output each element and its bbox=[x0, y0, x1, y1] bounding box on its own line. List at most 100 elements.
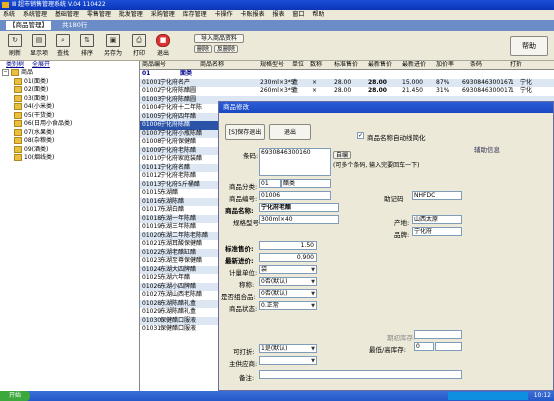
sort-button[interactable]: ⇅ 排序 bbox=[76, 34, 98, 58]
tree-item[interactable]: 08(杂粮类) bbox=[0, 137, 139, 146]
cell-name: 东湖老醋缸醋 bbox=[160, 248, 197, 256]
menu-item-card-report[interactable]: 卡账报表 bbox=[241, 11, 265, 18]
folder-icon bbox=[14, 77, 22, 85]
document-tab[interactable]: 【商品管理】 bbox=[6, 21, 51, 30]
tree-item[interactable]: 05(干货类) bbox=[0, 111, 139, 121]
menu-item-system-manage[interactable]: 系统管理 bbox=[23, 11, 47, 18]
cell-spec: 230ml×3*5 bbox=[260, 78, 295, 86]
col-new-price[interactable]: 最新售价 bbox=[368, 61, 392, 69]
tab-expand-all[interactable]: 全展开 bbox=[32, 61, 50, 68]
col-weigh[interactable]: 数称 bbox=[310, 61, 322, 69]
delete-button[interactable]: 删除 bbox=[194, 45, 212, 53]
new-cost-field[interactable]: 0.900 bbox=[259, 253, 317, 262]
tree-root[interactable]: − 商品 bbox=[0, 69, 139, 78]
save-as-button[interactable]: ▣ 另存为 bbox=[100, 34, 126, 58]
tree-item[interactable]: 10(烟线类) bbox=[0, 154, 139, 163]
col-std-price[interactable]: 标准售价 bbox=[334, 61, 358, 69]
cell-rate: 31% bbox=[436, 87, 450, 94]
cell-code: 01026 bbox=[142, 282, 162, 290]
barcode-label: 条码: bbox=[243, 152, 259, 160]
barcode-field[interactable]: 6930846300160 bbox=[259, 148, 331, 176]
columns-button[interactable]: ▤ 显示项 bbox=[28, 34, 50, 58]
cell-name: 宁化府陈醋圆 bbox=[160, 95, 197, 103]
code-field[interactable]: 01006 bbox=[259, 191, 331, 200]
cell-name: 宁化府保健醋 bbox=[160, 138, 197, 145]
supplier-select[interactable] bbox=[259, 356, 317, 365]
cell-name: 东湖陈醋 bbox=[160, 197, 185, 205]
printable-select[interactable]: 1是(默认) bbox=[259, 344, 317, 353]
tree-item[interactable]: 06(日用小食品类) bbox=[0, 120, 139, 129]
cell-code: 01006 bbox=[142, 121, 162, 128]
menu-item-wholesale[interactable]: 批发管理 bbox=[119, 11, 143, 18]
col-discount[interactable]: 打折 bbox=[510, 61, 522, 69]
cell-name: 宁化府5斤桶醋 bbox=[160, 180, 200, 188]
cell-new: 28.00 bbox=[368, 87, 387, 94]
combo-select[interactable]: 0否(默认) bbox=[259, 289, 317, 298]
menu-item-report[interactable]: 报表 bbox=[272, 11, 284, 18]
print-button[interactable]: ⎙ 打印 bbox=[128, 34, 150, 58]
collapse-icon[interactable]: − bbox=[2, 69, 9, 76]
tab-category-tree[interactable]: 类别树 bbox=[6, 61, 24, 68]
find-button[interactable]: ⌕ 查找 bbox=[52, 34, 74, 58]
folder-icon bbox=[14, 120, 22, 127]
tree-item[interactable]: 07(水果类) bbox=[0, 128, 139, 138]
menu-item-base[interactable]: 基础管理 bbox=[55, 11, 79, 18]
exit-button[interactable]: ■ 退出 bbox=[152, 34, 174, 58]
category-code-field[interactable]: 01 bbox=[259, 179, 281, 188]
max-stock-field[interactable] bbox=[435, 342, 462, 351]
tree-item[interactable]: 09(酒类) bbox=[0, 145, 139, 155]
save-exit-button[interactable]: [S]保存退出 bbox=[225, 124, 265, 140]
status-select[interactable]: 0.正常 bbox=[259, 301, 317, 310]
reverse-delete-button[interactable]: 反删除 bbox=[214, 45, 238, 53]
grid-header: 商品编号 商品名称 规格型号 单位 数称 标准售价 最新售价 最新进价 加价率 … bbox=[140, 61, 554, 70]
auto-abbrev-checkbox[interactable]: ✓ bbox=[357, 132, 364, 139]
col-spec[interactable]: 规格型号 bbox=[260, 61, 284, 69]
menu-item-system[interactable]: 系统 bbox=[3, 11, 15, 18]
cell-code: 01020 bbox=[142, 231, 162, 239]
name-field[interactable]: 宁化府老醋 bbox=[259, 203, 339, 212]
cell-code: 01017 bbox=[142, 206, 162, 213]
table-row[interactable]: 01001 宁化府名产 230ml×3*5 盒 × 28.00 28.00 15.000 87%… bbox=[140, 78, 554, 87]
menu-item-retail[interactable]: 零售管理 bbox=[87, 11, 111, 18]
mnemonic-field[interactable]: NHFDC bbox=[412, 191, 462, 200]
help-button[interactable]: 帮助 bbox=[510, 36, 548, 56]
period-stock-field[interactable] bbox=[414, 330, 462, 339]
cell-name: 东湖耳酸保健醋 bbox=[160, 240, 203, 247]
row-count: 共180行 bbox=[62, 21, 88, 29]
unit-select[interactable]: 袋 bbox=[259, 265, 317, 274]
remark-field[interactable] bbox=[259, 370, 462, 379]
col-unit[interactable]: 单位 bbox=[292, 61, 304, 69]
group-row[interactable]: 01 面类 bbox=[140, 70, 554, 79]
col-barcode[interactable]: 条码 bbox=[470, 61, 482, 69]
min-stock-field[interactable]: 0 bbox=[414, 342, 434, 351]
cell-code: 01024 bbox=[142, 265, 162, 273]
col-name[interactable]: 商品名称 bbox=[200, 61, 224, 69]
table-row[interactable]: 01002 宁化府陈醋圆 260ml×3*5 盒 × 28.00 28.00 21.450 31… bbox=[140, 87, 554, 96]
cell-name: 东湖陈醋礼盒 bbox=[160, 299, 197, 307]
start-button[interactable]: 开始 bbox=[0, 391, 30, 401]
col-markup[interactable]: 加价率 bbox=[436, 61, 454, 69]
tree-item[interactable]: 04(小米类) bbox=[0, 103, 139, 112]
tree-item[interactable]: 03(面类) bbox=[0, 94, 139, 104]
refresh-button[interactable]: ↻ 刷新 bbox=[4, 34, 26, 58]
tree-item[interactable]: 01(面类) bbox=[0, 77, 139, 87]
brand-field[interactable]: 宁化府 bbox=[412, 227, 462, 236]
import-button[interactable]: 导入商品资料 bbox=[194, 34, 244, 43]
weigh-select[interactable]: 0否(默认) bbox=[259, 277, 317, 286]
menu-item-purchase[interactable]: 采购管理 bbox=[151, 11, 175, 18]
origin-field[interactable]: 山西太原 bbox=[412, 215, 462, 224]
cell-code: 01016 bbox=[142, 197, 162, 205]
menu-item-help[interactable]: 帮助 bbox=[312, 11, 324, 18]
tree-item[interactable]: 02(面类) bbox=[0, 86, 139, 95]
menu-item-card[interactable]: 卡操作 bbox=[215, 11, 233, 18]
std-price-field[interactable]: 1.50 bbox=[259, 241, 317, 250]
menu-item-window[interactable]: 窗口 bbox=[292, 11, 304, 18]
category-name-field[interactable]: 醋类 bbox=[281, 179, 331, 188]
spec-field[interactable]: 300ml×40 bbox=[259, 215, 339, 224]
col-new-cost[interactable]: 最新进价 bbox=[402, 61, 426, 69]
cell-name: 东湖六年醋 bbox=[160, 274, 191, 281]
dialog-exit-button[interactable]: 退出 bbox=[269, 124, 311, 140]
menu-item-stock[interactable]: 库存管理 bbox=[183, 11, 207, 18]
auto-code-button[interactable]: 自编 bbox=[333, 151, 351, 159]
col-code[interactable]: 商品编号 bbox=[142, 61, 166, 69]
